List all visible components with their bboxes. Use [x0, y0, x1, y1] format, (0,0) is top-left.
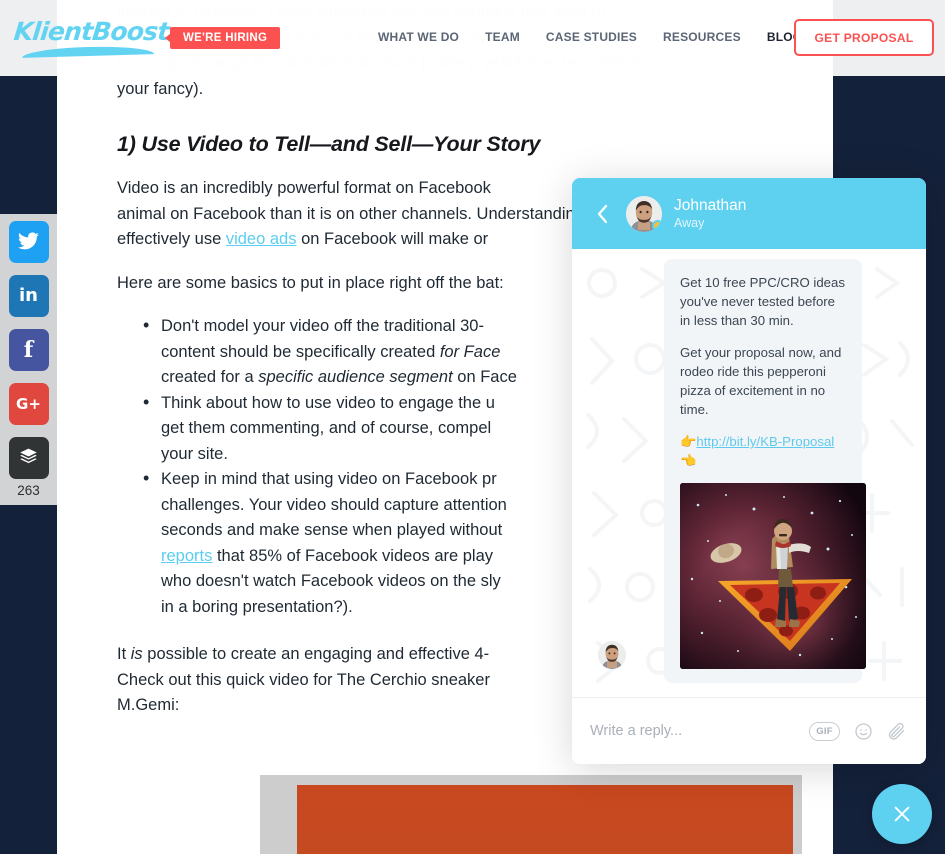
chat-header: Johnathan Away: [572, 178, 926, 249]
facebook-icon: f: [23, 337, 34, 363]
site-logo[interactable]: KlientBoost: [12, 17, 171, 63]
bullet1-line1: Don't model your video off the tradition…: [161, 317, 484, 335]
bullet1-line2em: for Face: [439, 342, 501, 361]
composer-actions: GIF: [809, 720, 908, 742]
back-chevron-icon[interactable]: [590, 202, 614, 226]
para1-line1: Video is an incredibly powerful format o…: [117, 179, 491, 197]
emoji-smiley-icon[interactable]: [852, 720, 874, 742]
share-count: 263: [17, 483, 40, 498]
message-link-line: 👉http://bit.ly/KB-Proposal 👈: [680, 432, 846, 470]
were-hiring-badge[interactable]: WE'RE HIRING: [164, 27, 281, 49]
pointing-left-emoji-icon: 👈: [680, 453, 697, 468]
message-agent-avatar: [598, 641, 626, 669]
closing-b: possible to create an engaging and effec…: [142, 645, 490, 663]
share-linkedin-button[interactable]: in: [8, 275, 49, 317]
main-navigation: WHAT WE DO TEAM CASE STUDIES RESOURCES B…: [378, 30, 802, 44]
proposal-link[interactable]: http://bit.ly/KB-Proposal: [696, 434, 834, 449]
video-frame: [297, 785, 793, 854]
social-share-rail: in f G+ 263: [0, 214, 57, 505]
bullet3-line5: who doesn't watch Facebook videos on the…: [161, 572, 501, 590]
linkedin-icon: in: [19, 285, 38, 306]
bullet3-line3: seconds and make sense when played witho…: [161, 521, 503, 539]
twitter-icon: [18, 231, 39, 253]
buffer-stack-icon: [19, 447, 38, 469]
share-google-plus-button[interactable]: G+: [8, 383, 49, 425]
closing-d: M.Gemi:: [117, 696, 180, 714]
chat-widget: Johnathan Away Get 10 free PPC/CRO ideas…: [572, 178, 926, 764]
embedded-video-thumbnail[interactable]: [260, 775, 802, 854]
agent-status: Away: [674, 216, 705, 230]
para1-line3a: effectively use: [117, 230, 226, 248]
share-buffer-button[interactable]: [8, 437, 49, 479]
screen: interest in products. These strategies n…: [0, 0, 945, 854]
bullet3-line2: challenges. Your video should capture at…: [161, 495, 507, 514]
message-paragraph-1: Get 10 free PPC/CRO ideas you've never t…: [680, 275, 845, 328]
message-bubble: Get 10 free PPC/CRO ideas you've never t…: [664, 259, 866, 683]
para1-line3b: on Facebook will make or: [296, 230, 489, 248]
bullet2-line1: Think about how to use video to engage t…: [161, 393, 495, 412]
chat-launcher-close-button[interactable]: [872, 784, 932, 844]
share-facebook-button[interactable]: f: [8, 329, 49, 371]
share-twitter-button[interactable]: [8, 221, 49, 263]
bullet1-line3em: specific audience segment: [258, 368, 453, 386]
bullet3-line4: that 85% of Facebook videos are play: [212, 546, 494, 565]
logo-wordmark: KlientBoost: [12, 17, 171, 46]
article-paragraph-tail: your fancy).: [117, 79, 204, 98]
closing-a: It: [117, 645, 131, 663]
logo-swoosh-icon: [21, 45, 155, 58]
nav-item-resources[interactable]: RESOURCES: [663, 30, 741, 44]
site-header: KlientBoost WE'RE HIRING WHAT WE DO TEAM…: [0, 0, 945, 76]
nav-item-team[interactable]: TEAM: [485, 30, 520, 44]
reply-input[interactable]: [590, 723, 809, 739]
bullet1-line3a: created for a: [161, 368, 259, 386]
agent-name: Johnathan: [674, 197, 747, 214]
pointing-right-emoji-icon: 👉: [680, 434, 697, 449]
reports-link[interactable]: reports: [161, 547, 212, 565]
nav-item-what-we-do[interactable]: WHAT WE DO: [378, 30, 459, 44]
para1-line2: animal on Facebook than it is on other c…: [117, 204, 638, 223]
bullet3-line1: Keep in mind that using video on Faceboo…: [161, 470, 497, 488]
pizza-cowboy-illustration: [680, 483, 866, 669]
google-plus-icon: G+: [16, 394, 41, 413]
attachment-paperclip-icon[interactable]: [886, 720, 908, 742]
gif-button[interactable]: GIF: [809, 721, 840, 741]
agent-avatar: [626, 195, 662, 232]
bullet2-line3: your site.: [161, 444, 228, 463]
video-ads-link[interactable]: video ads: [226, 230, 297, 248]
chat-message: Get 10 free PPC/CRO ideas you've never t…: [572, 259, 926, 683]
chat-composer: GIF: [572, 697, 926, 764]
bullet2-line2: get them commenting, and of course, comp…: [161, 419, 492, 437]
closing-c: Check out this quick video for The Cerch…: [117, 670, 490, 689]
chat-agent-title: Johnathan Away: [674, 196, 746, 231]
bullet3-line6: in a boring presentation?).: [161, 597, 353, 616]
get-proposal-button[interactable]: GET PROPOSAL: [794, 19, 934, 56]
bullet1-line3b: on Face: [452, 368, 517, 386]
message-avatar-photo: [598, 641, 626, 669]
article-heading: 1) Use Video to Tell—and Sell—Your Story: [117, 132, 541, 156]
nav-item-case-studies[interactable]: CASE STUDIES: [546, 30, 637, 44]
chat-message-list[interactable]: Get 10 free PPC/CRO ideas you've never t…: [572, 249, 926, 697]
status-away-dot: [652, 219, 662, 231]
closing-em: is: [130, 645, 143, 663]
message-paragraph-2: Get your proposal now, and rodeo ride th…: [680, 345, 842, 417]
close-icon: [894, 806, 910, 822]
pizza-cowboy-image[interactable]: [680, 483, 866, 669]
bullet1-line2a: content should be specifically created: [161, 342, 440, 361]
